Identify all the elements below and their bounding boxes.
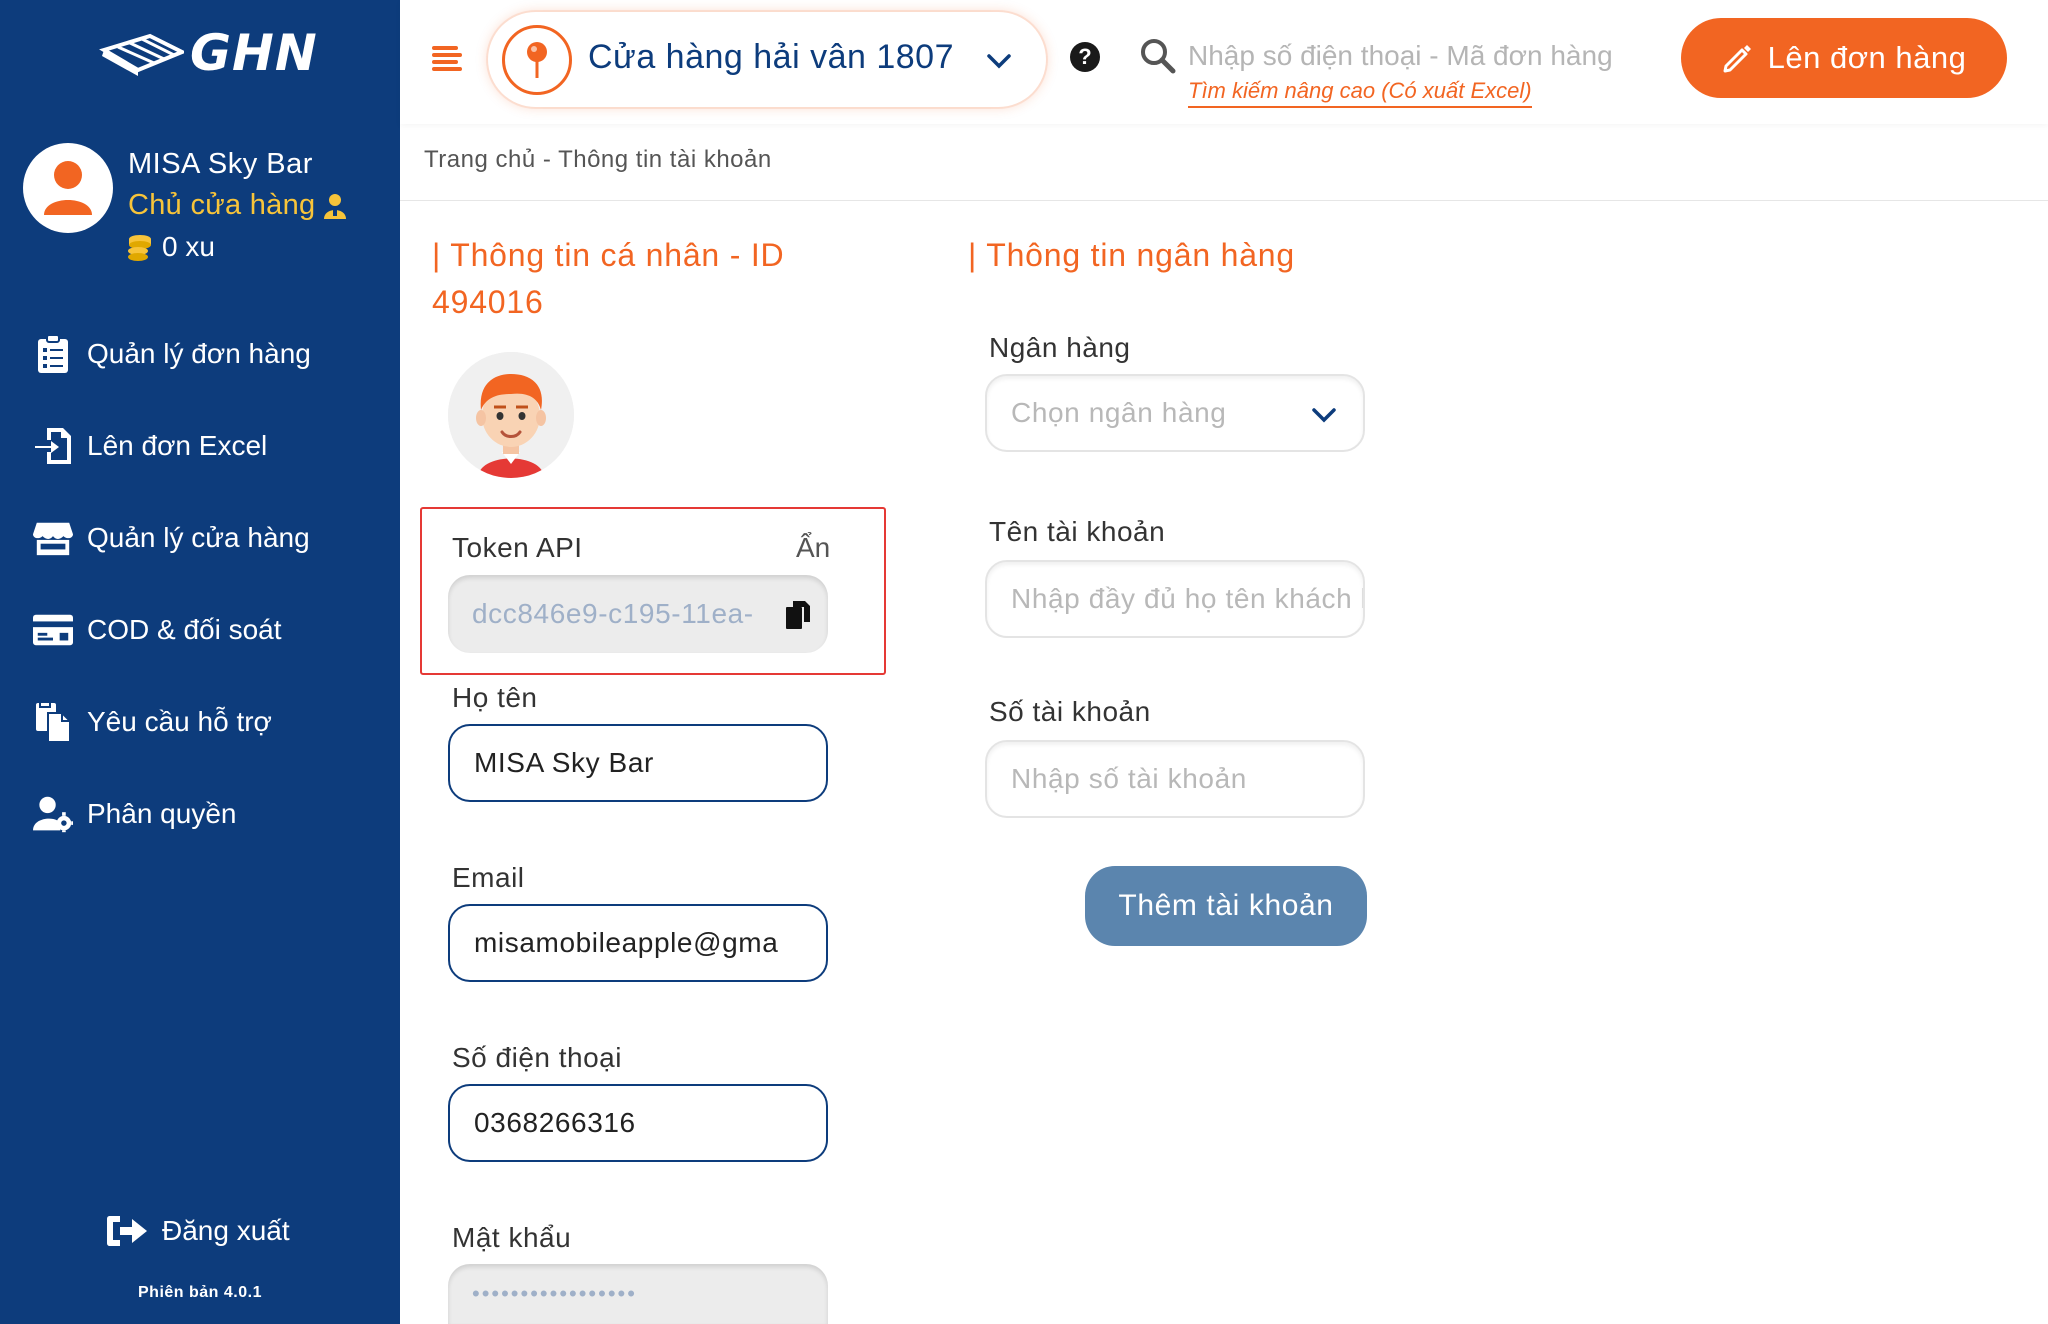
password-field[interactable]: ••••••••••••••••• [448, 1264, 828, 1324]
chevron-down-icon [1312, 408, 1336, 423]
copy-icon[interactable] [786, 601, 810, 629]
email-value: misamobileapple@gma [474, 927, 779, 958]
search-icon[interactable] [1140, 38, 1176, 74]
personal-info-title-line1: | Thông tin cá nhân - ID [432, 237, 785, 273]
coins-icon [128, 235, 151, 261]
user-avatar-illustration [448, 352, 574, 478]
copy-files-icon [33, 701, 73, 743]
ghn-logo[interactable]: GHN [98, 24, 318, 82]
user-icon [44, 161, 92, 215]
user-avatar[interactable] [448, 352, 574, 478]
file-import-icon [33, 426, 73, 466]
shop-role: Chủ cửa hàng [128, 189, 347, 222]
sidebar-item-label: Lên đơn Excel [87, 430, 268, 461]
personal-info-title-line2: 494016 [432, 284, 544, 320]
sidebar-item-support[interactable]: Yêu cầu hỗ trợ [33, 701, 272, 743]
logout-label: Đăng xuất [162, 1215, 290, 1246]
divider [400, 200, 2048, 201]
account-number-label: Số tài khoản [989, 696, 1151, 727]
bank-label: Ngân hàng [989, 332, 1131, 363]
map-pin-icon [502, 25, 572, 95]
logo-text: GHN [190, 24, 318, 82]
sidebar-item-label: Quản lý đơn hàng [87, 338, 311, 369]
credit-card-icon [33, 610, 73, 650]
sidebar-item-permissions[interactable]: Phân quyền [33, 794, 236, 834]
avatar[interactable] [23, 143, 113, 233]
bank-select[interactable]: Chọn ngân hàng [985, 374, 1365, 452]
sidebar: GHN MISA Sky Bar Chủ cửa hàng 0 xu Quản … [0, 0, 400, 1324]
role-label: Chủ cửa hàng [128, 189, 316, 221]
user-gear-icon [33, 794, 73, 834]
store-dropdown[interactable]: Cửa hàng hải vân 1807 [488, 12, 1046, 107]
search-input[interactable] [1188, 36, 1638, 76]
sidebar-item-stores[interactable]: Quản lý cửa hàng [33, 518, 310, 558]
name-value: MISA Sky Bar [474, 747, 654, 778]
token-field[interactable]: dcc846e9-c195-11ea- [448, 575, 828, 653]
name-label: Họ tên [452, 682, 538, 713]
sign-out-icon [107, 1216, 147, 1246]
bank-info-title: | Thông tin ngân hàng [968, 237, 1296, 273]
pencil-icon [1723, 45, 1751, 73]
create-order-label: Lên đơn hàng [1767, 40, 1967, 75]
password-mask: ••••••••••••••••• [472, 1281, 637, 1306]
coin-balance: 0 xu [126, 231, 215, 263]
phone-label: Số điện thoại [452, 1042, 622, 1073]
owner-badge-icon [324, 193, 347, 219]
password-label: Mật khẩu [452, 1222, 572, 1253]
email-label: Email [452, 862, 525, 893]
menu-toggle-icon[interactable] [432, 46, 462, 71]
top-bar: Cửa hàng hải vân 1807 ? Tìm kiếm nâng ca… [400, 0, 2048, 124]
email-field[interactable]: misamobileapple@gma [448, 904, 828, 982]
account-name-field[interactable] [985, 560, 1365, 638]
token-hide-toggle[interactable]: Ẩn [796, 532, 830, 564]
phone-value: 0368266316 [474, 1107, 636, 1138]
logo-mark-icon [99, 33, 184, 76]
help-icon[interactable]: ? [1070, 42, 1100, 72]
bank-placeholder: Chọn ngân hàng [1011, 397, 1227, 428]
logout-button[interactable]: Đăng xuất [106, 1214, 290, 1248]
name-field[interactable]: MISA Sky Bar [448, 724, 828, 802]
account-number-field[interactable] [985, 740, 1365, 818]
phone-field[interactable]: 0368266316 [448, 1084, 828, 1162]
advanced-search-link[interactable]: Tìm kiếm nâng cao (Có xuất Excel) [1188, 78, 1532, 108]
store-icon [33, 518, 73, 558]
account-name-label: Tên tài khoản [989, 516, 1166, 547]
shop-name: MISA Sky Bar [128, 148, 313, 180]
create-order-button[interactable]: Lên đơn hàng [1681, 18, 2007, 98]
store-name: Cửa hàng hải vân 1807 [588, 38, 954, 76]
breadcrumb: Trang chủ - Thông tin tài khoản [424, 146, 772, 173]
sidebar-item-label: Phân quyền [87, 798, 237, 829]
sidebar-item-label: Yêu cầu hỗ trợ [87, 706, 272, 737]
sidebar-item-label: COD & đối soát [87, 614, 282, 645]
sidebar-item-label: Quản lý cửa hàng [87, 522, 310, 553]
sidebar-item-cod[interactable]: COD & đối soát [33, 610, 282, 650]
coin-value: 0 xu [162, 231, 215, 262]
sidebar-item-excel[interactable]: Lên đơn Excel [33, 426, 267, 466]
personal-info-title: | Thông tin cá nhân - ID 494016 [432, 232, 784, 326]
add-account-button[interactable]: Thêm tài khoản [1085, 866, 1367, 946]
sidebar-item-orders[interactable]: Quản lý đơn hàng [33, 334, 311, 374]
clipboard-list-icon [33, 334, 73, 374]
token-label: Token API [452, 532, 583, 563]
token-value: dcc846e9-c195-11ea- [472, 598, 754, 629]
chevron-down-icon [987, 54, 1011, 69]
app-version: Phiên bản 4.0.1 [138, 1284, 262, 1301]
